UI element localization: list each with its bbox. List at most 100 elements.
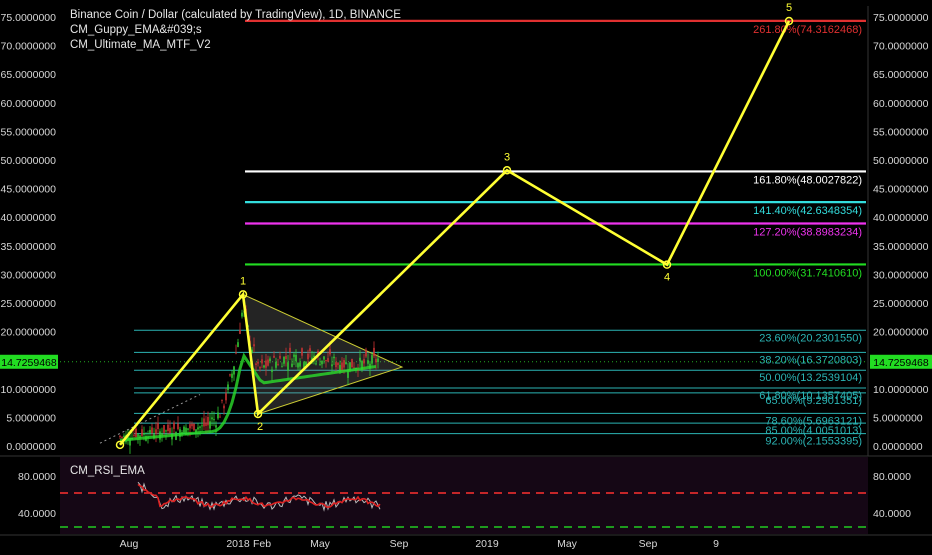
candle-body bbox=[293, 354, 295, 357]
candle-body bbox=[177, 423, 179, 430]
y-tick-label-left: 10.0000000 bbox=[1, 384, 57, 396]
fib-level-label: 38.20%(16.3720803) bbox=[759, 354, 862, 366]
y-tick-label-right: 5.0000000 bbox=[873, 412, 923, 424]
y-tick-label-left: 55.0000000 bbox=[1, 126, 57, 138]
chart-stage[interactable]: 0.0000000 0.0000000 5.0000000 5.0000000 10.0… bbox=[0, 0, 932, 550]
fib-level-label: 141.40%(42.6348354) bbox=[753, 205, 862, 217]
candle-body bbox=[375, 358, 377, 363]
candle-body bbox=[305, 361, 307, 365]
candle-body bbox=[363, 359, 365, 364]
candle-body bbox=[309, 348, 311, 352]
y-tick-label-left: 5.0000000 bbox=[6, 412, 56, 424]
rsi-tick-label-right: 80.0000 bbox=[873, 471, 911, 483]
candle-body bbox=[173, 422, 175, 429]
candle-body bbox=[193, 423, 195, 431]
y-tick-label-left: 40.0000000 bbox=[1, 212, 57, 224]
price-chart[interactable]: 0.0000000 0.0000000 5.0000000 5.0000000 10.0… bbox=[0, 0, 932, 550]
candle-body bbox=[373, 347, 375, 357]
candle-body bbox=[367, 360, 369, 364]
y-tick-label-right: 20.0000000 bbox=[873, 327, 929, 339]
wave-label: 1 bbox=[240, 275, 246, 287]
candle-body bbox=[183, 426, 185, 433]
candle-body bbox=[155, 429, 157, 434]
y-tick-label-left: 30.0000000 bbox=[1, 269, 57, 281]
rsi-tick-label-right: 40.0000 bbox=[873, 508, 911, 520]
candle-body bbox=[297, 363, 299, 368]
y-tick-label-right: 35.0000000 bbox=[873, 241, 929, 253]
candle-body bbox=[255, 363, 257, 365]
y-tick-label-left: 35.0000000 bbox=[1, 241, 57, 253]
candle-body bbox=[217, 412, 219, 419]
elliott-wave-line bbox=[118, 20, 791, 446]
candle-body bbox=[221, 399, 223, 401]
candle-body bbox=[327, 358, 329, 362]
candle-body bbox=[291, 363, 293, 367]
candle-body bbox=[143, 433, 145, 435]
y-tick-label-right: 45.0000000 bbox=[873, 184, 929, 196]
indicator-guppy: CM_Guppy_EMA&#039;s bbox=[70, 24, 202, 36]
candle-body bbox=[237, 342, 239, 347]
candle-body bbox=[341, 362, 343, 371]
candle-body bbox=[215, 425, 217, 428]
candle-body bbox=[287, 362, 289, 371]
candle-body bbox=[213, 419, 215, 421]
candle-body bbox=[229, 374, 231, 376]
wave-label: 5 bbox=[786, 2, 792, 14]
candle-body bbox=[151, 427, 153, 434]
candle-body bbox=[321, 360, 323, 365]
price-tag-left-label: 14.7259468 bbox=[1, 357, 57, 369]
candle-body bbox=[377, 358, 379, 363]
wave-label: 3 bbox=[504, 151, 510, 163]
candle-body bbox=[259, 367, 261, 369]
y-tick-label-left: 0.0000000 bbox=[6, 441, 56, 453]
candle-body bbox=[319, 364, 321, 366]
rsi-tick-label-left: 80.0000 bbox=[18, 471, 56, 483]
candle-body bbox=[123, 435, 125, 438]
y-tick-label-right: 40.0000000 bbox=[873, 212, 929, 224]
candle-body bbox=[261, 359, 263, 364]
fib-level-label: 65.00%(9.2901351) bbox=[765, 395, 862, 407]
candle-body bbox=[149, 429, 151, 433]
x-tick-label: 2019 bbox=[475, 538, 499, 550]
candle-body bbox=[163, 425, 165, 433]
candle-body bbox=[231, 373, 233, 378]
wave-label: 4 bbox=[664, 272, 670, 284]
candle-body bbox=[351, 358, 353, 368]
y-tick-label-right: 60.0000000 bbox=[873, 98, 929, 110]
candle-body bbox=[227, 384, 229, 390]
candle-body bbox=[345, 362, 347, 364]
candle-body bbox=[211, 417, 213, 420]
candle-body bbox=[241, 312, 243, 317]
candle-body bbox=[239, 329, 241, 334]
candle-body bbox=[289, 347, 291, 353]
fib-level-label: 261.80%(74.3162468) bbox=[753, 24, 862, 36]
candle-body bbox=[333, 356, 335, 359]
candle-body bbox=[299, 362, 301, 367]
candle-body bbox=[167, 424, 169, 432]
fib-level-label: 161.80%(48.0027822) bbox=[753, 174, 862, 186]
y-tick-label-right: 50.0000000 bbox=[873, 155, 929, 167]
candle-body bbox=[279, 355, 281, 359]
candle-body bbox=[263, 365, 265, 368]
y-tick-label-left: 45.0000000 bbox=[1, 184, 57, 196]
candle-body bbox=[197, 427, 199, 430]
y-tick-label-right: 70.0000000 bbox=[873, 41, 929, 53]
rsi-tick-label-left: 40.0000 bbox=[18, 508, 56, 520]
candle-body bbox=[219, 416, 221, 418]
x-tick-label: Aug bbox=[120, 538, 139, 550]
x-tick-label: Sep bbox=[390, 538, 409, 550]
candle-body bbox=[235, 352, 237, 354]
candle-body bbox=[295, 354, 297, 362]
y-tick-label-right: 30.0000000 bbox=[873, 269, 929, 281]
x-tick-label: May bbox=[557, 538, 578, 550]
candle-body bbox=[169, 428, 171, 434]
wave-label: 2 bbox=[257, 421, 263, 433]
y-tick-label-left: 60.0000000 bbox=[1, 98, 57, 110]
candle-body bbox=[365, 349, 367, 357]
candle-body bbox=[257, 361, 259, 364]
candle-body bbox=[323, 356, 325, 360]
candle-body bbox=[307, 353, 309, 360]
candle-body bbox=[273, 355, 275, 358]
candle-body bbox=[283, 356, 285, 364]
candle-body bbox=[119, 435, 121, 437]
